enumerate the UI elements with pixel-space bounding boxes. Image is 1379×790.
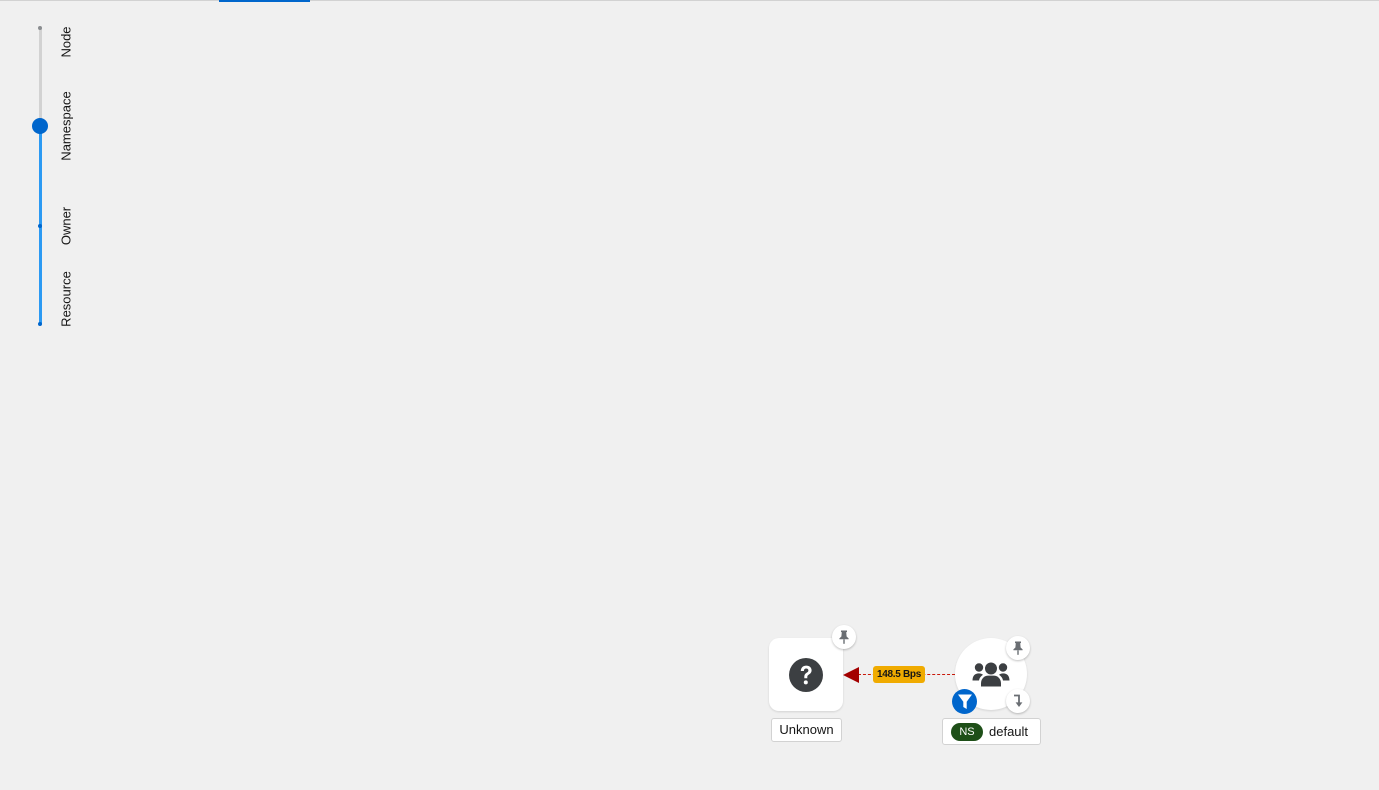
slider-thumb[interactable] [32,118,48,134]
filter-icon [957,694,972,709]
users-icon [972,662,1010,687]
scope-label-owner[interactable]: Owner [59,207,74,245]
question-circle-icon [789,658,823,692]
node-unknown[interactable] [769,638,843,711]
node-label-default-text: default [989,724,1029,739]
filter-decorator[interactable] [952,689,977,714]
ns-badge: NS [951,722,983,741]
pin-decorator-unknown[interactable] [832,625,856,649]
active-tab-indicator [219,0,310,2]
thumbtack-icon [1013,641,1023,655]
pin-decorator-default[interactable] [1006,636,1030,660]
level-down-icon [1014,694,1023,707]
scope-label-node[interactable]: Node [59,26,74,57]
step-into-decorator[interactable] [1006,689,1030,713]
scope-slider[interactable]: Node Namespace Owner Resource [0,0,100,340]
node-label-default[interactable]: NS default [942,718,1041,745]
scope-label-namespace[interactable]: Namespace [59,91,74,160]
slider-tick-owner [38,224,42,228]
slider-track-inactive [38,28,42,126]
tab-bar-border [0,0,1379,1]
edge-arrowhead [843,667,859,683]
slider-tick-node [38,26,42,30]
scope-label-resource[interactable]: Resource [59,271,74,327]
thumbtack-icon [839,630,849,644]
node-label-unknown[interactable]: Unknown [771,718,842,742]
edge-tag[interactable]: 148.5 Bps [873,666,925,683]
slider-tick-resource [38,322,42,326]
